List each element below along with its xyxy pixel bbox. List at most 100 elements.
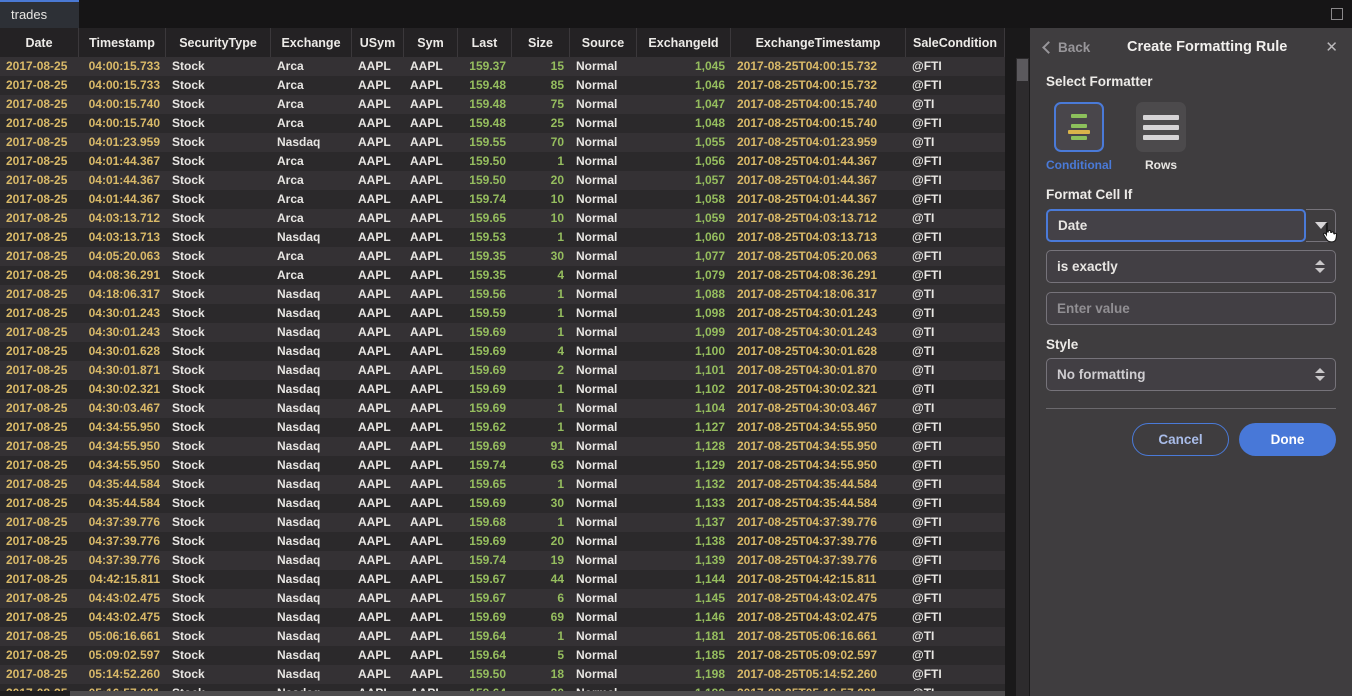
cell-Date[interactable]: 2017-08-25: [0, 570, 79, 589]
table-row[interactable]: 2017-08-2504:01:44.367StockArcaAAPLAAPL1…: [0, 190, 1005, 209]
cell-SecurityType[interactable]: Stock: [166, 627, 271, 646]
cell-Last[interactable]: 159.50: [458, 665, 512, 684]
cell-ExchangeTimestamp[interactable]: 2017-08-25T04:01:44.367: [731, 190, 906, 209]
cell-Exchange[interactable]: Arca: [271, 114, 352, 133]
tab-trades[interactable]: trades: [0, 0, 79, 28]
column-header-USym[interactable]: USym: [352, 28, 404, 57]
cell-Date[interactable]: 2017-08-25: [0, 361, 79, 380]
cell-Exchange[interactable]: Nasdaq: [271, 570, 352, 589]
cell-Source[interactable]: Normal: [570, 646, 637, 665]
cell-SaleCondition[interactable]: @TI: [906, 627, 1005, 646]
cell-Sym[interactable]: AAPL: [404, 380, 458, 399]
cell-SaleCondition[interactable]: @FTI: [906, 570, 1005, 589]
cell-Source[interactable]: Normal: [570, 152, 637, 171]
cell-ExchangeTimestamp[interactable]: 2017-08-25T04:05:20.063: [731, 247, 906, 266]
cell-ExchangeTimestamp[interactable]: 2017-08-25T04:30:01.628: [731, 342, 906, 361]
cell-Exchange[interactable]: Nasdaq: [271, 228, 352, 247]
cell-Date[interactable]: 2017-08-25: [0, 304, 79, 323]
cell-Last[interactable]: 159.48: [458, 114, 512, 133]
cell-USym[interactable]: AAPL: [352, 323, 404, 342]
table-row[interactable]: 2017-08-2504:30:01.871StockNasdaqAAPLAAP…: [0, 361, 1005, 380]
cell-SecurityType[interactable]: Stock: [166, 266, 271, 285]
column-select-arrow-button[interactable]: [1306, 209, 1336, 242]
cell-Exchange[interactable]: Nasdaq: [271, 361, 352, 380]
cell-Date[interactable]: 2017-08-25: [0, 589, 79, 608]
cell-Last[interactable]: 159.62: [458, 418, 512, 437]
cell-SaleCondition[interactable]: @FTI: [906, 513, 1005, 532]
cell-Size[interactable]: 10: [512, 209, 570, 228]
cell-Last[interactable]: 159.74: [458, 456, 512, 475]
cell-ExchangeId[interactable]: 1,102: [637, 380, 731, 399]
cell-Date[interactable]: 2017-08-25: [0, 190, 79, 209]
cell-Exchange[interactable]: Arca: [271, 76, 352, 95]
cell-Last[interactable]: 159.69: [458, 494, 512, 513]
cell-Sym[interactable]: AAPL: [404, 152, 458, 171]
cell-Exchange[interactable]: Nasdaq: [271, 494, 352, 513]
cell-Size[interactable]: 69: [512, 608, 570, 627]
cell-Last[interactable]: 159.69: [458, 323, 512, 342]
cell-ExchangeId[interactable]: 1,129: [637, 456, 731, 475]
cell-Source[interactable]: Normal: [570, 456, 637, 475]
cell-SaleCondition[interactable]: @TI: [906, 323, 1005, 342]
cell-Date[interactable]: 2017-08-25: [0, 646, 79, 665]
cell-SaleCondition[interactable]: @FTI: [906, 532, 1005, 551]
cell-Sym[interactable]: AAPL: [404, 456, 458, 475]
cell-Date[interactable]: 2017-08-25: [0, 494, 79, 513]
cell-Source[interactable]: Normal: [570, 114, 637, 133]
cell-Size[interactable]: 30: [512, 494, 570, 513]
cell-SaleCondition[interactable]: @FTI: [906, 418, 1005, 437]
cell-Date[interactable]: 2017-08-25: [0, 532, 79, 551]
cell-Last[interactable]: 159.53: [458, 228, 512, 247]
column-header-ExchangeId[interactable]: ExchangeId: [637, 28, 731, 57]
cell-ExchangeId[interactable]: 1,137: [637, 513, 731, 532]
table-row[interactable]: 2017-08-2504:08:36.291StockArcaAAPLAAPL1…: [0, 266, 1005, 285]
cell-Exchange[interactable]: Nasdaq: [271, 323, 352, 342]
cell-Source[interactable]: Normal: [570, 247, 637, 266]
table-row[interactable]: 2017-08-2504:01:44.367StockArcaAAPLAAPL1…: [0, 171, 1005, 190]
cell-SaleCondition[interactable]: @TI: [906, 209, 1005, 228]
cell-Timestamp[interactable]: 04:30:01.871: [79, 361, 166, 380]
column-header-SaleCondition[interactable]: SaleCondition: [906, 28, 1005, 57]
cell-Timestamp[interactable]: 04:01:44.367: [79, 171, 166, 190]
cell-Date[interactable]: 2017-08-25: [0, 76, 79, 95]
cell-SecurityType[interactable]: Stock: [166, 323, 271, 342]
cell-Last[interactable]: 159.59: [458, 304, 512, 323]
cell-Date[interactable]: 2017-08-25: [0, 342, 79, 361]
cell-ExchangeTimestamp[interactable]: 2017-08-25T04:03:13.712: [731, 209, 906, 228]
cell-Sym[interactable]: AAPL: [404, 228, 458, 247]
cell-Timestamp[interactable]: 05:14:52.260: [79, 665, 166, 684]
cell-Sym[interactable]: AAPL: [404, 494, 458, 513]
cell-USym[interactable]: AAPL: [352, 361, 404, 380]
cell-Source[interactable]: Normal: [570, 57, 637, 76]
cell-ExchangeId[interactable]: 1,099: [637, 323, 731, 342]
cell-Exchange[interactable]: Nasdaq: [271, 418, 352, 437]
cell-Date[interactable]: 2017-08-25: [0, 475, 79, 494]
cell-Last[interactable]: 159.69: [458, 437, 512, 456]
close-icon[interactable]: ✕: [1324, 38, 1338, 56]
cell-Timestamp[interactable]: 04:03:13.712: [79, 209, 166, 228]
cell-ExchangeId[interactable]: 1,059: [637, 209, 731, 228]
cell-USym[interactable]: AAPL: [352, 247, 404, 266]
cell-Timestamp[interactable]: 04:34:55.950: [79, 418, 166, 437]
cell-SecurityType[interactable]: Stock: [166, 285, 271, 304]
table-row[interactable]: 2017-08-2504:43:02.475StockNasdaqAAPLAAP…: [0, 589, 1005, 608]
cell-USym[interactable]: AAPL: [352, 95, 404, 114]
cell-ExchangeTimestamp[interactable]: 2017-08-25T04:03:13.713: [731, 228, 906, 247]
cell-Timestamp[interactable]: 04:37:39.776: [79, 532, 166, 551]
cell-Date[interactable]: 2017-08-25: [0, 627, 79, 646]
cell-Timestamp[interactable]: 04:00:15.733: [79, 57, 166, 76]
cell-SecurityType[interactable]: Stock: [166, 209, 271, 228]
table-row[interactable]: 2017-08-2504:30:01.243StockNasdaqAAPLAAP…: [0, 323, 1005, 342]
cell-ExchangeId[interactable]: 1,145: [637, 589, 731, 608]
cell-Size[interactable]: 1: [512, 627, 570, 646]
cell-Last[interactable]: 159.74: [458, 551, 512, 570]
cell-SaleCondition[interactable]: @TI: [906, 361, 1005, 380]
vertical-scrollbar[interactable]: [1016, 58, 1029, 696]
cell-SaleCondition[interactable]: @FTI: [906, 437, 1005, 456]
cell-Sym[interactable]: AAPL: [404, 247, 458, 266]
cell-SaleCondition[interactable]: @TI: [906, 399, 1005, 418]
cell-ExchangeId[interactable]: 1,132: [637, 475, 731, 494]
cell-Last[interactable]: 159.69: [458, 399, 512, 418]
cell-Source[interactable]: Normal: [570, 342, 637, 361]
cell-Size[interactable]: 75: [512, 95, 570, 114]
